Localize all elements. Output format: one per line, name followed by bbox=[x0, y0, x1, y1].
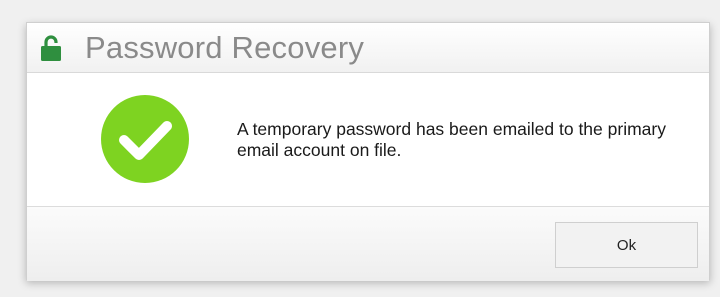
dialog-footer: Ok bbox=[27, 206, 709, 281]
dialog-titlebar: Password Recovery bbox=[27, 23, 709, 73]
dialog-message: A temporary password has been emailed to… bbox=[237, 119, 666, 160]
dialog-title: Password Recovery bbox=[85, 30, 365, 65]
checkmark-circle-icon bbox=[101, 95, 189, 183]
unlocked-padlock-icon bbox=[41, 35, 61, 61]
password-recovery-dialog: Password Recovery A temporary password h… bbox=[26, 22, 710, 281]
ok-button[interactable]: Ok bbox=[555, 222, 698, 268]
dialog-content: A temporary password has been emailed to… bbox=[27, 73, 709, 206]
